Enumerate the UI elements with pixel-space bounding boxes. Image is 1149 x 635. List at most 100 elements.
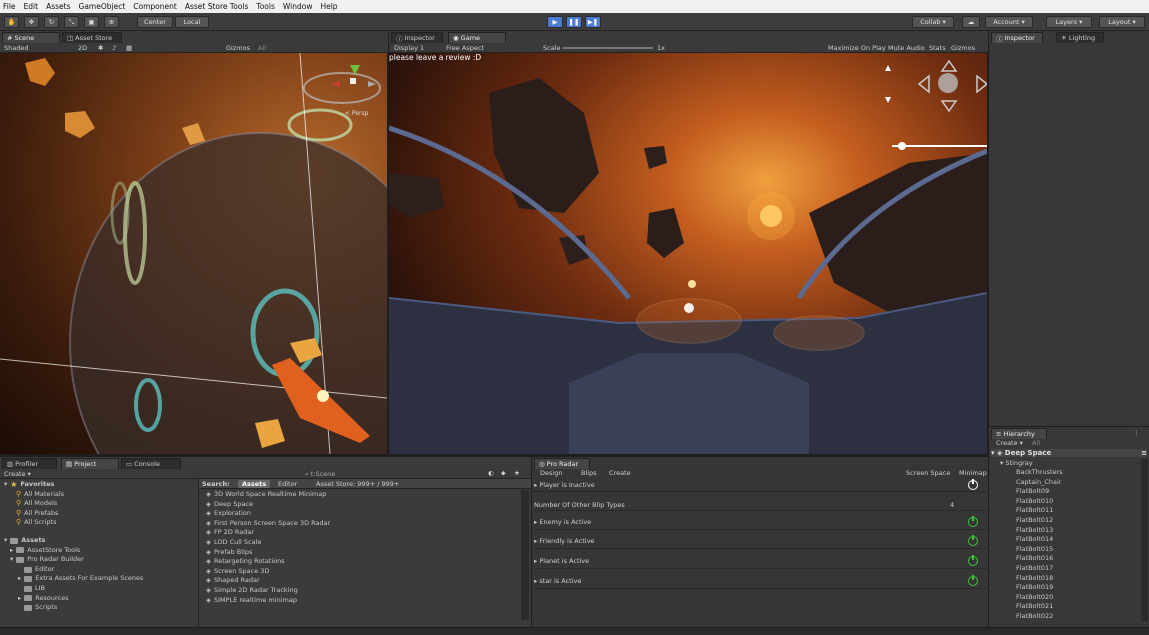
tab-profiler[interactable]: ▥ Profiler [2, 458, 57, 469]
display-dropdown[interactable]: Display 1 [394, 44, 424, 52]
scene-result-item[interactable]: ◈ Prefab Blips [206, 548, 520, 558]
scene-view[interactable]: < Persp [0, 53, 387, 454]
power-on-icon[interactable] [968, 515, 978, 527]
hierarchy-item[interactable]: FlatBolt010 [990, 497, 1140, 507]
filter-editor-button[interactable]: Editor [278, 480, 297, 488]
effects-toggle-icon[interactable]: ▦ [126, 44, 132, 52]
power-off-icon[interactable] [968, 478, 978, 490]
power-on-icon[interactable] [968, 574, 978, 586]
hierarchy-item[interactable]: BackThrusters [990, 468, 1140, 478]
hand-tool-icon[interactable]: ✋ [4, 16, 19, 28]
hierarchy-root-item[interactable]: ▾ Stingray [1000, 459, 1033, 467]
folder-item[interactable]: ▾ Pro Radar Builder [4, 555, 196, 565]
scene-search-input[interactable]: All [258, 44, 266, 52]
scene-menu-icon[interactable]: ≡ [1141, 449, 1147, 457]
maximize-on-play-toggle[interactable]: Maximize On Play [828, 44, 886, 52]
hierarchy-item[interactable]: Captain_Chair [990, 478, 1140, 488]
hierarchy-item[interactable]: FlatBolt022 [990, 612, 1140, 622]
gizmos-dropdown[interactable]: Gizmos [226, 44, 250, 52]
pivot-local-toggle[interactable]: Local [175, 16, 209, 28]
hierarchy-item[interactable]: FlatBolt013 [990, 526, 1140, 536]
scene-result-item[interactable]: ◈ SIMPLE realtime minimap [206, 596, 520, 606]
project-create-dropdown[interactable]: Create ▾ [4, 470, 31, 478]
scale-tool-icon[interactable]: ⤡ [64, 16, 79, 28]
menu-gameobject[interactable]: GameObject [79, 2, 126, 11]
menu-help[interactable]: Help [320, 2, 337, 11]
lighting-toggle-icon[interactable]: ✱ [98, 44, 103, 52]
minimap-toggle[interactable]: Minimap [959, 469, 987, 477]
folder-item[interactable]: LIB [4, 584, 196, 594]
menu-component[interactable]: Component [133, 2, 177, 11]
hierarchy-item[interactable]: FlatBolt017 [990, 564, 1140, 574]
assets-header[interactable]: ▾ Assets [4, 536, 196, 546]
scene-result-item[interactable]: ◈ Exploration [206, 509, 520, 519]
menu-asset-store-tools[interactable]: Asset Store Tools [185, 2, 249, 11]
friendly-blip-row[interactable]: ▸ Friendly is Active [534, 533, 988, 549]
favorite-item[interactable]: ⚲ All Models [4, 499, 196, 509]
tab-game[interactable]: ◉ Game [448, 32, 506, 43]
transform-tool-icon[interactable]: ⊕ [104, 16, 119, 28]
menu-edit[interactable]: Edit [24, 2, 39, 11]
game-gizmos-dropdown[interactable]: Gizmos [951, 44, 975, 52]
stats-toggle[interactable]: Stats [929, 44, 946, 52]
pivot-center-toggle[interactable]: Center [137, 16, 173, 28]
tab-pro-radar[interactable]: ◎ Pro Radar [534, 458, 590, 469]
scene-result-item[interactable]: ◈ Deep Space [206, 500, 520, 510]
folder-item[interactable]: ▸ Resources [4, 594, 196, 604]
hierarchy-item[interactable]: FlatBolt015 [990, 545, 1140, 555]
radar-design-tab[interactable]: Design [540, 469, 562, 477]
project-scrollbar[interactable] [521, 490, 529, 620]
hierarchy-item[interactable]: FlatBolt014 [990, 535, 1140, 545]
scene-result-item[interactable]: ◈ Screen Space 3D [206, 567, 520, 577]
filter-type-icon[interactable]: ◐ [488, 469, 494, 477]
tab-scene[interactable]: # Scene [2, 32, 60, 43]
favorites-header[interactable]: ▾ ★ Favorites [4, 480, 196, 490]
filter-label-icon[interactable]: ⬥ [501, 469, 506, 478]
pause-button[interactable]: ❚❚ [566, 16, 582, 28]
filter-asset-store-button[interactable]: Asset Store: 999+ / 999+ [316, 480, 399, 488]
favorite-star-icon[interactable]: ★ [514, 469, 520, 477]
hierarchy-item[interactable]: FlatBolt018 [990, 574, 1140, 584]
hierarchy-item[interactable]: FlatBolt020 [990, 593, 1140, 603]
enemy-blip-row[interactable]: ▸ Enemy is Active [534, 514, 988, 530]
hierarchy-scrollbar[interactable] [1141, 459, 1148, 621]
collab-dropdown[interactable]: Collab ▾ [912, 16, 954, 28]
cloud-icon[interactable]: ☁ [962, 16, 980, 28]
radar-blips-tab[interactable]: Blips [581, 469, 597, 477]
move-tool-icon[interactable]: ✥ [24, 16, 39, 28]
filter-assets-button[interactable]: Assets [238, 480, 271, 488]
favorite-item[interactable]: ⚲ All Prefabs [4, 509, 196, 519]
rect-tool-icon[interactable]: ▣ [84, 16, 99, 28]
rotate-tool-icon[interactable]: ↻ [44, 16, 59, 28]
hierarchy-item[interactable]: FlatBolt016 [990, 554, 1140, 564]
scale-slider[interactable] [563, 47, 653, 49]
scene-result-item[interactable]: ◈ Retargeting Rotations [206, 557, 520, 567]
game-view[interactable]: please leave a review :D [389, 53, 987, 454]
power-on-icon[interactable] [968, 534, 978, 546]
layers-dropdown[interactable]: Layers ▾ [1046, 16, 1092, 28]
aspect-dropdown[interactable]: Free Aspect [446, 44, 484, 52]
player-blip-row[interactable]: ▸ Player is Inactive [534, 478, 988, 492]
radar-create-tab[interactable]: Create [609, 469, 631, 477]
audio-toggle-icon[interactable]: ♪ [112, 44, 116, 52]
folder-item[interactable]: ▸ Extra Assets For Example Scenes [4, 574, 196, 584]
hierarchy-item[interactable]: FlatBolt09 [990, 487, 1140, 497]
tab-lighting[interactable]: ☀ Lighting [1056, 32, 1104, 43]
hierarchy-search-input[interactable]: All [1032, 439, 1040, 447]
scene-result-item[interactable]: ◈ FP 2D Radar [206, 528, 520, 538]
favorite-item[interactable]: ⚲ All Materials [4, 490, 196, 500]
star-blip-row[interactable]: ▸ star is Active [534, 573, 988, 589]
favorite-item[interactable]: ⚲ All Scripts [4, 518, 196, 528]
scene-result-item[interactable]: ◈ 3D World Space Realtime Minimap [206, 490, 520, 500]
project-search-input[interactable]: ⌕ t:Scene [305, 470, 335, 479]
tab-console[interactable]: ▭ Console [121, 458, 181, 469]
hierarchy-create-dropdown[interactable]: Create ▾ [996, 439, 1023, 447]
account-dropdown[interactable]: Account ▾ [985, 16, 1033, 28]
scene-result-item[interactable]: ◈ LOD Cull Scale [206, 538, 520, 548]
folder-item[interactable]: Editor [4, 565, 196, 575]
other-blip-types-value[interactable]: 4 [950, 501, 954, 509]
hierarchy-item[interactable]: FlatBolt012 [990, 516, 1140, 526]
scene-result-item[interactable]: ◈ Shaped Radar [206, 576, 520, 586]
hierarchy-item[interactable]: FlatBolt011 [990, 506, 1140, 516]
menu-window[interactable]: Window [283, 2, 313, 11]
